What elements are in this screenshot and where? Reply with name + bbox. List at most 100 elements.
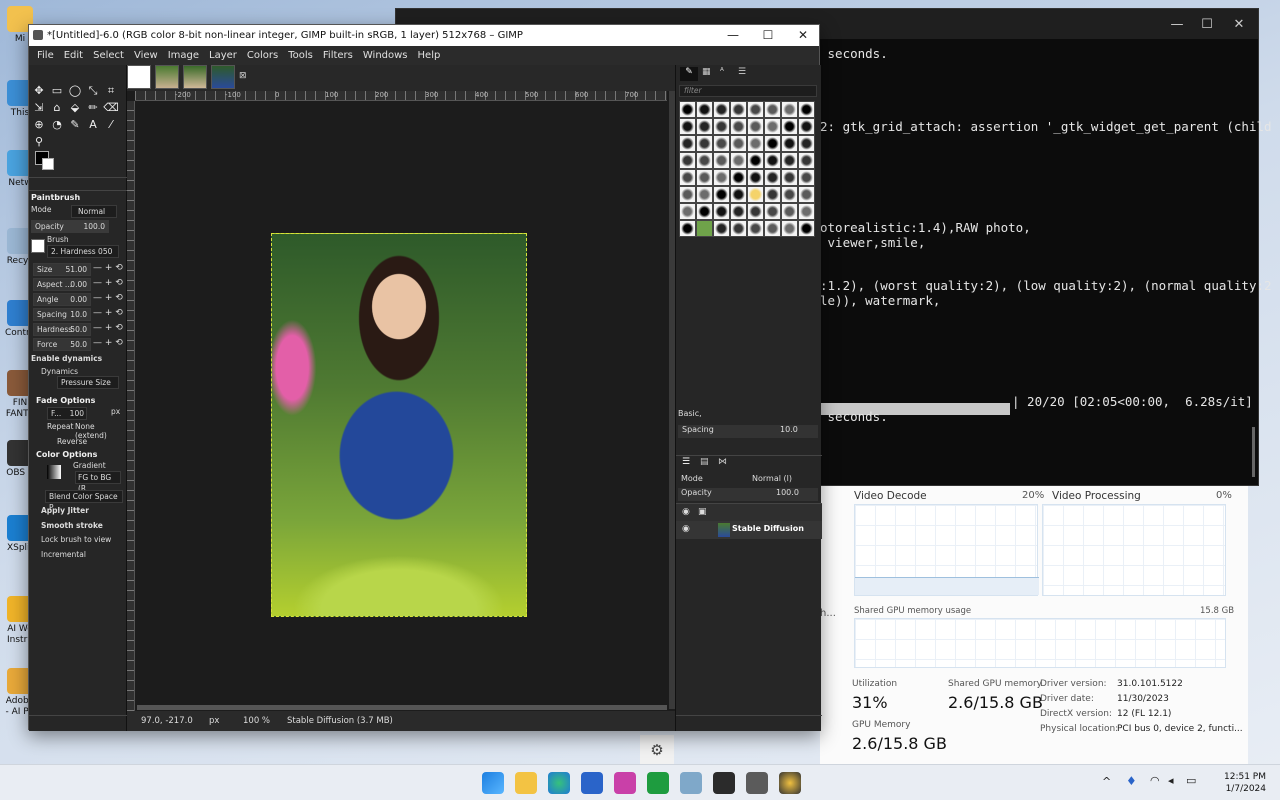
store-icon[interactable] <box>581 772 603 794</box>
image-tab-photo[interactable] <box>155 65 179 89</box>
zoom-select[interactable]: 100 % <box>243 711 270 731</box>
smooth-stroke-row[interactable]: Smooth stroke <box>31 521 125 535</box>
brush-swatch[interactable] <box>713 169 730 186</box>
menu-help[interactable]: Help <box>413 50 446 61</box>
lasso-icon[interactable]: ◯ <box>67 83 83 99</box>
apply-jitter-row[interactable]: Apply Jitter <box>31 506 125 520</box>
image-tab-blank[interactable] <box>127 65 151 89</box>
brush-swatch[interactable] <box>679 135 696 152</box>
brush-swatch[interactable] <box>696 118 713 135</box>
brush-swatch[interactable] <box>798 186 815 203</box>
fade-options-expander[interactable]: Fade Options <box>36 396 95 405</box>
brush-preset-select[interactable]: Basic, <box>678 409 702 418</box>
brush-swatch[interactable] <box>747 135 764 152</box>
terminal-icon[interactable] <box>713 772 735 794</box>
incremental-checkbox[interactable]: Incremental <box>41 550 86 559</box>
patterns-tab-icon[interactable]: ▦ <box>702 67 718 81</box>
unit-select[interactable]: px <box>209 711 219 731</box>
tray-chevron-icon[interactable]: ^ <box>1102 775 1111 788</box>
brush-swatch[interactable] <box>679 152 696 169</box>
option-slider[interactable]: Hardness 50.0 <box>33 323 91 336</box>
brush-swatch[interactable] <box>713 203 730 220</box>
slider-controls-icon[interactable]: — + ⟲ <box>93 323 123 333</box>
brush-swatch[interactable] <box>730 169 747 186</box>
menu-colors[interactable]: Colors <box>242 50 283 61</box>
vertical-ruler[interactable] <box>127 101 135 711</box>
brush-swatch[interactable] <box>747 152 764 169</box>
horizontal-ruler[interactable]: -200 -100 0 100 200 300 400 500 600 700 <box>135 91 667 101</box>
option-row[interactable]: Hardness 50.0— + ⟲ <box>31 323 125 337</box>
gimp-maximize-button[interactable]: ☐ <box>750 25 786 46</box>
brush-swatch[interactable] <box>764 118 781 135</box>
enable-dynamics-checkbox[interactable]: Enable dynamics <box>31 354 102 363</box>
brush-swatch[interactable] <box>798 220 815 237</box>
brush-swatch[interactable] <box>764 101 781 118</box>
brush-swatch[interactable] <box>713 101 730 118</box>
gradient-preview-icon[interactable] <box>47 465 61 479</box>
lock-brush-row[interactable]: Lock brush to view <box>31 535 125 549</box>
apply-jitter-checkbox[interactable]: Apply Jitter <box>41 506 89 515</box>
brush-preview-icon[interactable] <box>31 239 45 253</box>
rect-select-icon[interactable]: ▭ <box>49 83 65 99</box>
brush-swatch[interactable] <box>764 169 781 186</box>
fade-length-row[interactable]: F... 100 px <box>31 407 125 421</box>
slider-controls-icon[interactable]: — + ⟲ <box>93 278 123 288</box>
brush-swatch[interactable] <box>679 169 696 186</box>
brush-swatch[interactable] <box>730 101 747 118</box>
brush-swatch[interactable] <box>696 220 713 237</box>
color-options-expander[interactable]: Color Options <box>36 450 97 459</box>
option-slider[interactable]: Spacing 10.0 <box>33 308 91 321</box>
menu-select[interactable]: Select <box>88 50 129 61</box>
fuzzy-select-icon[interactable]: ⤡ <box>85 83 101 99</box>
brush-swatch[interactable] <box>798 203 815 220</box>
slider-controls-icon[interactable]: — + ⟲ <box>93 338 123 348</box>
menu-filters[interactable]: Filters <box>318 50 358 61</box>
brush-swatch[interactable] <box>679 203 696 220</box>
brush-swatch[interactable] <box>679 118 696 135</box>
brush-swatch[interactable] <box>696 203 713 220</box>
gimp-icon[interactable] <box>746 772 768 794</box>
terminal-scrollbar[interactable] <box>1252 427 1255 477</box>
brushes-tab-icon[interactable]: ✎ <box>680 67 698 81</box>
brush-swatch[interactable] <box>679 220 696 237</box>
canvas-area[interactable]: -200 -100 0 100 200 300 400 500 600 700 <box>127 91 675 711</box>
move-tool-icon[interactable]: ✥ <box>31 83 47 99</box>
image-tab-photo[interactable] <box>183 65 207 89</box>
brush-swatch[interactable] <box>747 101 764 118</box>
smooth-stroke-checkbox[interactable]: Smooth stroke <box>41 521 103 530</box>
transform-icon[interactable]: ⇲ <box>31 100 47 116</box>
option-row[interactable]: Force 50.0 — + ⟲ <box>31 338 125 352</box>
menu-layer[interactable]: Layer <box>204 50 242 61</box>
layer-opacity-row[interactable]: Opacity 100.0 <box>678 488 818 501</box>
brush-swatch[interactable] <box>781 220 798 237</box>
layer-row[interactable]: ◉ Stable Diffusion <box>676 521 822 539</box>
volume-icon[interactable]: ◂ <box>1168 774 1174 787</box>
brush-preset-row[interactable]: Basic, <box>678 409 818 422</box>
canvas-horizontal-scrollbar[interactable] <box>137 705 667 710</box>
xbox-icon[interactable] <box>647 772 669 794</box>
brush-select[interactable]: 2. Hardness 050 <box>47 245 119 258</box>
brush-swatch[interactable] <box>713 186 730 203</box>
crop-icon[interactable]: ⌗ <box>103 83 119 99</box>
brush-swatch[interactable] <box>747 203 764 220</box>
video-decode-label[interactable]: Video Decode <box>854 490 927 502</box>
channels-tab-icon[interactable]: ▤ <box>700 457 709 467</box>
media-icon[interactable] <box>779 772 801 794</box>
brush-swatch[interactable] <box>713 220 730 237</box>
clock[interactable]: 12:51 PM 1/7/2024 <box>1224 771 1266 795</box>
layer-name[interactable]: Stable Diffusion <box>732 524 804 533</box>
settings-gear-button[interactable]: ⚙ <box>640 735 674 765</box>
option-row[interactable]: Aspect ... 0.00— + ⟲ <box>31 278 125 292</box>
brush-swatch[interactable] <box>713 152 730 169</box>
brush-swatch[interactable] <box>730 135 747 152</box>
brush-swatch[interactable] <box>747 169 764 186</box>
eye-icon[interactable]: ◉ <box>682 524 690 534</box>
terminal-maximize-button[interactable]: ☐ <box>1192 15 1222 35</box>
brush-swatch[interactable] <box>747 186 764 203</box>
brush-swatch[interactable] <box>781 152 798 169</box>
brush-swatch[interactable] <box>730 118 747 135</box>
option-slider[interactable]: Force 50.0 <box>33 338 91 351</box>
brush-swatch[interactable] <box>696 135 713 152</box>
brush-swatch[interactable] <box>798 135 815 152</box>
paintbrush-icon[interactable]: ✏ <box>85 100 101 116</box>
